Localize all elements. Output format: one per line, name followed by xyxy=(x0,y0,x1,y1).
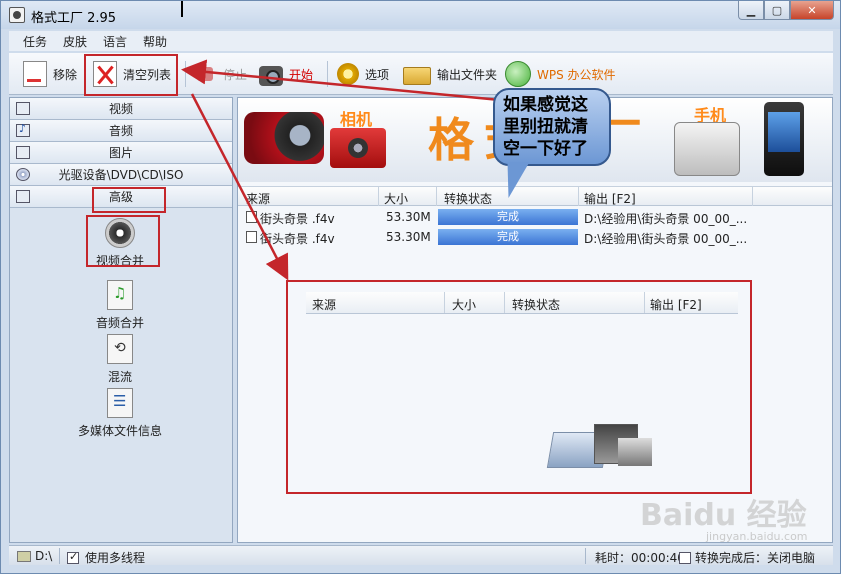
empty-col-size: 大小 xyxy=(452,298,477,312)
annotation-arrows xyxy=(181,59,501,281)
empty-col-output: 输出 [F2] xyxy=(650,298,702,312)
empty-grid-header: 来源 大小 转换状态 输出 [F2] xyxy=(306,292,738,314)
arrow-to-clear-list xyxy=(181,59,501,102)
arrow-to-empty-list xyxy=(190,93,289,281)
baidu-watermark: Baidu 经验 xyxy=(640,498,807,533)
empty-col-source: 来源 xyxy=(312,298,337,312)
callout-bubble: 如果感觉这里别扭就清空一下好了 xyxy=(493,88,611,166)
media-illustration xyxy=(546,422,652,468)
empty-col-status: 转换状态 xyxy=(512,298,561,312)
baidu-watermark-url: jingyan.baidu.com xyxy=(706,530,808,543)
